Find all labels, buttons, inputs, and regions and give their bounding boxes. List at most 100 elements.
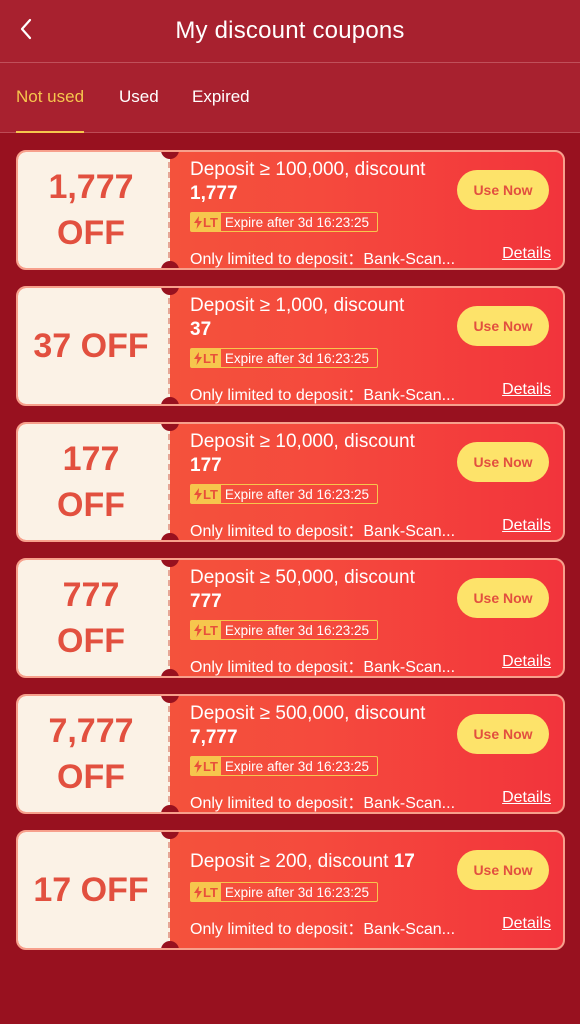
details-link[interactable]: Details [502,245,551,263]
coupon-amount-stub: 37 OFF [18,288,170,404]
tab-expired[interactable]: Expired [192,87,250,133]
coupon-description: Deposit ≥ 10,000, discount 177 [190,430,452,478]
tab-bar: Not used Used Expired [0,63,580,133]
coupon-amount-off: OFF [57,486,125,524]
lt-label: LT [203,486,218,502]
expire-countdown: Expire after 3d 16:23:25 [224,758,370,774]
coupon-discount-value: 17 [393,851,415,872]
coupon-condition: Deposit ≥ 100,000, discount [190,159,426,180]
coupon-amount-value: 37 OFF [33,327,149,365]
deposit-limit-text: Only limited to deposit：Bank-Scan... [190,795,456,812]
coupon-amount-value: 17 OFF [33,871,149,909]
lt-label: LT [203,884,218,900]
lightning-icon [194,215,202,229]
ticket-notch [161,805,179,812]
lt-label: LT [203,622,218,638]
coupon-condition: Deposit ≥ 500,000, discount [190,703,426,724]
coupon-card: 1,777 OFF Deposit ≥ 100,000, discount 1,7… [16,150,565,270]
lightning-icon [194,885,202,899]
back-button[interactable] [12,14,40,44]
coupon-card: 177 OFF Deposit ≥ 10,000, discount 177 LT… [16,422,565,542]
expire-badge: LT Expire after 3d 16:23:25 [190,882,379,902]
lightning-icon [194,623,202,637]
deposit-limit-text: Only limited to deposit：Bank-Scan... [190,387,456,404]
coupon-amount-value: 777 [62,576,120,614]
use-now-button[interactable]: Use Now [457,306,549,346]
ticket-notch [161,397,179,404]
ticket-notch [161,261,179,268]
lt-badge: LT [191,757,221,775]
use-now-button[interactable]: Use Now [457,850,549,890]
coupon-condition: Deposit ≥ 1,000, discount [190,295,405,316]
lt-badge: LT [191,621,221,639]
coupon-content: Deposit ≥ 1,000, discount 37 LT Expire af… [190,294,553,404]
coupon-condition: Deposit ≥ 200, discount [190,851,389,872]
coupon-amount: 7,777 OFF [24,708,164,800]
expire-badge: LT Expire after 3d 16:23:25 [190,484,379,504]
coupon-amount-stub: 177 OFF [18,424,170,540]
chevron-left-icon [20,18,32,40]
coupon-amount: 37 OFF [24,323,164,369]
coupon-amount: 17 OFF [24,867,164,913]
lt-label: LT [203,214,218,230]
lt-label: LT [203,350,218,366]
lightning-icon [194,351,202,365]
use-now-button[interactable]: Use Now [457,170,549,210]
page-title: My discount coupons [175,17,405,44]
coupon-amount: 1,777 OFF [24,164,164,256]
coupon-amount-stub: 777 OFF [18,560,170,676]
coupon-description: Deposit ≥ 1,000, discount 37 [190,294,452,342]
coupon-content: Deposit ≥ 200, discount 17 LT Expire aft… [190,838,553,948]
lt-badge: LT [191,883,221,901]
details-link[interactable]: Details [502,517,551,535]
coupon-condition: Deposit ≥ 10,000, discount [190,431,415,452]
coupon-amount-stub: 17 OFF [18,832,170,948]
coupon-description: Deposit ≥ 100,000, discount 1,777 [190,158,452,206]
coupon-content: Deposit ≥ 100,000, discount 1,777 LT Expi… [190,158,553,268]
coupon-amount-stub: 1,777 OFF [18,152,170,268]
coupon-content: Deposit ≥ 500,000, discount 7,777 LT Exp… [190,702,553,812]
expire-badge: LT Expire after 3d 16:23:25 [190,348,379,368]
coupon-discount-value: 37 [190,319,212,340]
ticket-notch [161,941,179,948]
coupon-amount-stub: 7,777 OFF [18,696,170,812]
coupon-amount: 177 OFF [24,436,164,528]
expire-badge: LT Expire after 3d 16:23:25 [190,212,379,232]
lt-label: LT [203,758,218,774]
deposit-limit-text: Only limited to deposit：Bank-Scan... [190,921,456,938]
deposit-limit-text: Only limited to deposit：Bank-Scan... [190,659,456,676]
coupon-discount-value: 177 [190,455,222,476]
expire-badge: LT Expire after 3d 16:23:25 [190,756,379,776]
tab-used[interactable]: Used [119,87,159,133]
lt-badge: LT [191,485,221,503]
coupon-amount-off: OFF [57,622,125,660]
coupon-amount-off: OFF [57,758,125,796]
use-now-button[interactable]: Use Now [457,714,549,754]
details-link[interactable]: Details [502,915,551,933]
coupon-discount-value: 1,777 [190,183,238,204]
coupon-condition: Deposit ≥ 50,000, discount [190,567,415,588]
deposit-limit-text: Only limited to deposit：Bank-Scan... [190,523,456,540]
use-now-button[interactable]: Use Now [457,578,549,618]
coupon-card: 37 OFF Deposit ≥ 1,000, discount 37 LT Ex… [16,286,565,406]
lt-badge: LT [191,213,221,231]
use-now-button[interactable]: Use Now [457,442,549,482]
tab-not-used[interactable]: Not used [16,87,85,133]
expire-countdown: Expire after 3d 16:23:25 [224,622,370,638]
coupon-card: 7,777 OFF Deposit ≥ 500,000, discount 7,… [16,694,565,814]
header-bar: My discount coupons [0,0,580,62]
expire-countdown: Expire after 3d 16:23:25 [224,214,370,230]
expire-badge: LT Expire after 3d 16:23:25 [190,620,379,640]
lt-badge: LT [191,349,221,367]
coupon-content: Deposit ≥ 10,000, discount 177 LT Expire … [190,430,553,540]
coupon-description: Deposit ≥ 50,000, discount 777 [190,566,452,614]
lightning-icon [194,759,202,773]
coupon-description: Deposit ≥ 200, discount 17 [190,838,460,874]
details-link[interactable]: Details [502,653,551,671]
coupon-amount-off: OFF [57,214,125,252]
details-link[interactable]: Details [502,789,551,807]
ticket-notch [161,669,179,676]
details-link[interactable]: Details [502,381,551,399]
coupon-amount: 777 OFF [24,572,164,664]
coupon-content: Deposit ≥ 50,000, discount 777 LT Expire … [190,566,553,676]
